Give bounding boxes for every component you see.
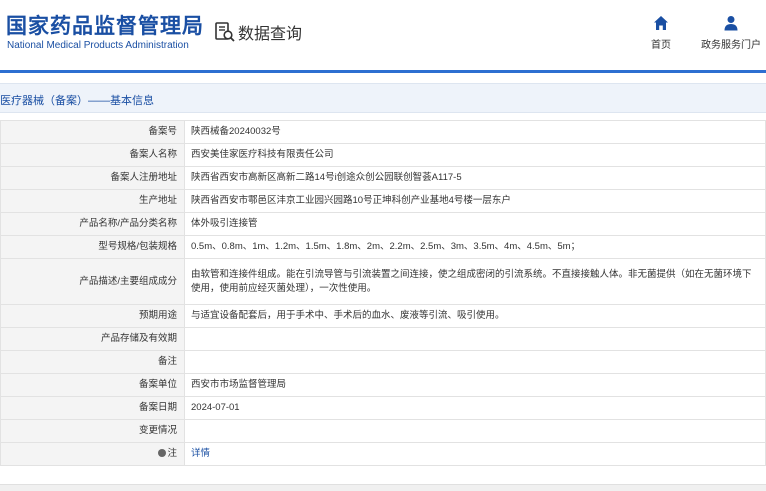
search-document-icon — [215, 22, 235, 42]
nav-portal[interactable]: 政务服务门户 — [700, 15, 762, 51]
row-value: 由软管和连接件组成。能在引流导管与引流装置之间连接，使之组成密闭的引流系统。不直… — [184, 258, 766, 305]
table-row: 变更情况 — [0, 419, 766, 443]
note-label-cell: 注 — [0, 442, 185, 466]
row-label: 备案人注册地址 — [0, 166, 185, 190]
row-value — [184, 350, 766, 374]
nav-home-label: 首页 — [651, 40, 671, 51]
row-value — [184, 327, 766, 351]
row-label: 变更情况 — [0, 419, 185, 443]
table-row: 产品名称/产品分类名称 体外吸引连接管 — [0, 212, 766, 236]
user-icon — [724, 16, 738, 31]
nav-home[interactable]: 首页 — [648, 15, 674, 51]
row-value — [184, 419, 766, 443]
row-label: 备案日期 — [0, 396, 185, 420]
table-row: 预期用途 与适宜设备配套后，用于手术中、手术后的血水、废液等引流、吸引使用。 — [0, 304, 766, 328]
footer-strip — [0, 484, 766, 491]
row-value: 体外吸引连接管 — [184, 212, 766, 236]
section-title: 医疗器械（备案）——基本信息 — [0, 95, 154, 107]
row-label: 备案号 — [0, 120, 185, 144]
table-row: 备案人注册地址 陕西省西安市高新区高新二路14号i创途众创公园联创智荟A117-… — [0, 166, 766, 190]
table-row: 备注 — [0, 350, 766, 374]
data-query-label: 数据查询 — [238, 26, 303, 43]
table-row: 备案单位 西安市市场监督管理局 — [0, 373, 766, 397]
table-row: 产品存储及有效期 — [0, 327, 766, 351]
row-value: 西安市市场监督管理局 — [184, 373, 766, 397]
table-row: 备案号 陕西械备20240032号 — [0, 120, 766, 144]
row-label: 产品存储及有效期 — [0, 327, 185, 351]
table-row: 产品描述/主要组成成分 由软管和连接件组成。能在引流导管与引流装置之间连接，使之… — [0, 258, 766, 305]
pin-icon — [158, 449, 167, 457]
row-value: 陕西械备20240032号 — [184, 120, 766, 144]
row-label: 产品描述/主要组成成分 — [0, 258, 185, 305]
row-value: 西安美佳家医疗科技有限责任公司 — [184, 143, 766, 167]
row-label: 预期用途 — [0, 304, 185, 328]
row-label: 备案人名称 — [0, 143, 185, 167]
logo-title-cn[interactable]: 国家药品监督管理局 — [6, 10, 204, 40]
table-row: 生产地址 陕西省西安市鄠邑区沣京工业园兴园路10号正坤科创产业基地4号楼一层东户 — [0, 189, 766, 213]
row-label: 注 — [167, 448, 177, 459]
row-label: 备注 — [0, 350, 185, 374]
row-value: 陕西省西安市高新区高新二路14号i创途众创公园联创智荟A117-5 — [184, 166, 766, 190]
row-label: 型号规格/包装规格 — [0, 235, 185, 259]
row-value: 与适宜设备配套后，用于手术中、手术后的血水、废液等引流、吸引使用。 — [184, 304, 766, 328]
details-link[interactable]: 详情 — [191, 448, 210, 459]
row-value: 详情 — [184, 442, 766, 466]
row-value: 陕西省西安市鄠邑区沣京工业园兴园路10号正坤科创产业基地4号楼一层东户 — [184, 189, 766, 213]
table-row: 备案日期 2024-07-01 — [0, 396, 766, 420]
table-row: 注 详情 — [0, 442, 766, 466]
data-query-title[interactable]: 数据查询 — [214, 20, 302, 44]
row-label: 产品名称/产品分类名称 — [0, 212, 185, 236]
header-divider — [0, 70, 766, 73]
row-value: 2024-07-01 — [184, 396, 766, 420]
row-label: 备案单位 — [0, 373, 185, 397]
home-icon — [654, 16, 668, 30]
logo-title-en[interactable]: National Medical Products Administration — [7, 40, 189, 51]
section-bar: 医疗器械（备案）——基本信息 — [0, 83, 766, 113]
table-row: 型号规格/包装规格 0.5m、0.8m、1m、1.2m、1.5m、1.8m、2m… — [0, 235, 766, 259]
row-value: 0.5m、0.8m、1m、1.2m、1.5m、1.8m、2m、2.2m、2.5m… — [184, 235, 766, 259]
info-table: 备案号 陕西械备20240032号 备案人名称 西安美佳家医疗科技有限责任公司 … — [0, 120, 766, 466]
table-row: 备案人名称 西安美佳家医疗科技有限责任公司 — [0, 143, 766, 167]
header: 国家药品监督管理局 National Medical Products Admi… — [0, 0, 766, 70]
nav-portal-label: 政务服务门户 — [701, 40, 761, 51]
row-label: 生产地址 — [0, 189, 185, 213]
